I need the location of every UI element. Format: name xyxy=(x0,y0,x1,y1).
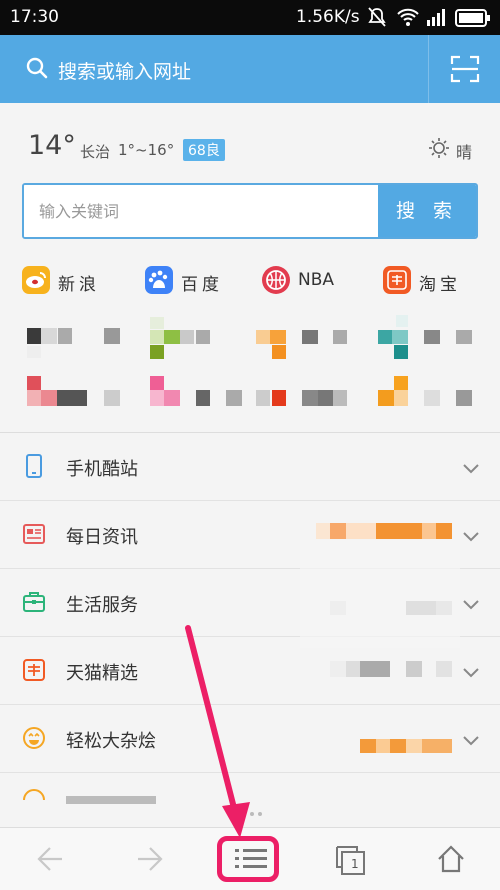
annotation-arrow xyxy=(185,625,250,838)
